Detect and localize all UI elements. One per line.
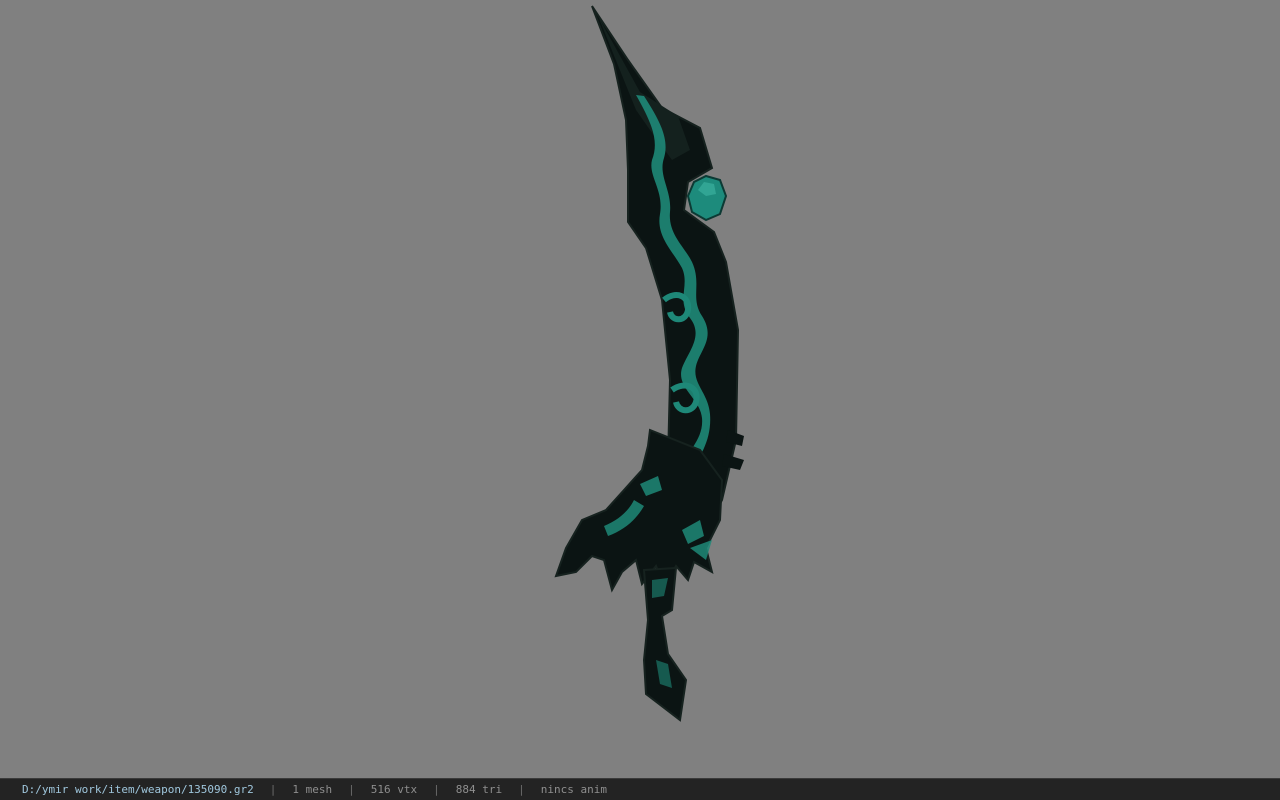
triangle-count: 884 tri: [455, 783, 503, 796]
weapon-model: [554, 5, 744, 722]
vertex-count: 516 vtx: [370, 783, 418, 796]
status-bar: D:/ymir work/item/weapon/135090.gr2 | 1 …: [0, 778, 1280, 800]
model-viewport[interactable]: [0, 0, 1280, 778]
separator: |: [269, 783, 277, 796]
mesh-count: 1 mesh: [292, 783, 333, 796]
file-path: D:/ymir work/item/weapon/135090.gr2: [22, 783, 254, 796]
separator: |: [433, 783, 440, 796]
separator: |: [518, 783, 525, 796]
separator: |: [348, 783, 355, 796]
animation-status: nincs anim: [540, 783, 607, 796]
